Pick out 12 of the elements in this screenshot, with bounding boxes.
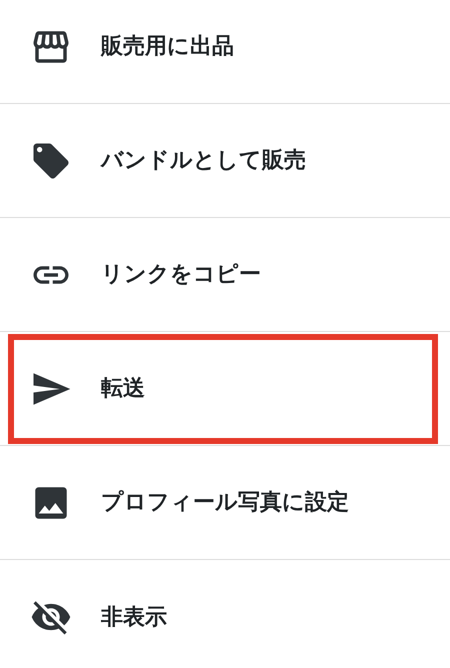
menu-item[interactable]: 転送 (8, 334, 438, 444)
menu-item[interactable]: 非表示 (8, 562, 438, 668)
menu-item-label: プロフィール写真に設定 (101, 488, 349, 517)
menu-item[interactable]: バンドルとして販売 (8, 106, 438, 216)
menu-item-label: リンクをコピー (101, 261, 261, 289)
menu-item-label: 販売用に出品 (101, 33, 234, 61)
menu-item-label: 非表示 (101, 604, 167, 632)
menu-item-label: 転送 (101, 375, 145, 403)
menu-item[interactable]: プロフィール写真に設定 (8, 448, 438, 558)
menu-item[interactable]: 販売用に出品 (8, 0, 438, 102)
menu-item[interactable]: リンクをコピー (8, 220, 438, 330)
menu-item-label: バンドルとして販売 (101, 147, 306, 175)
